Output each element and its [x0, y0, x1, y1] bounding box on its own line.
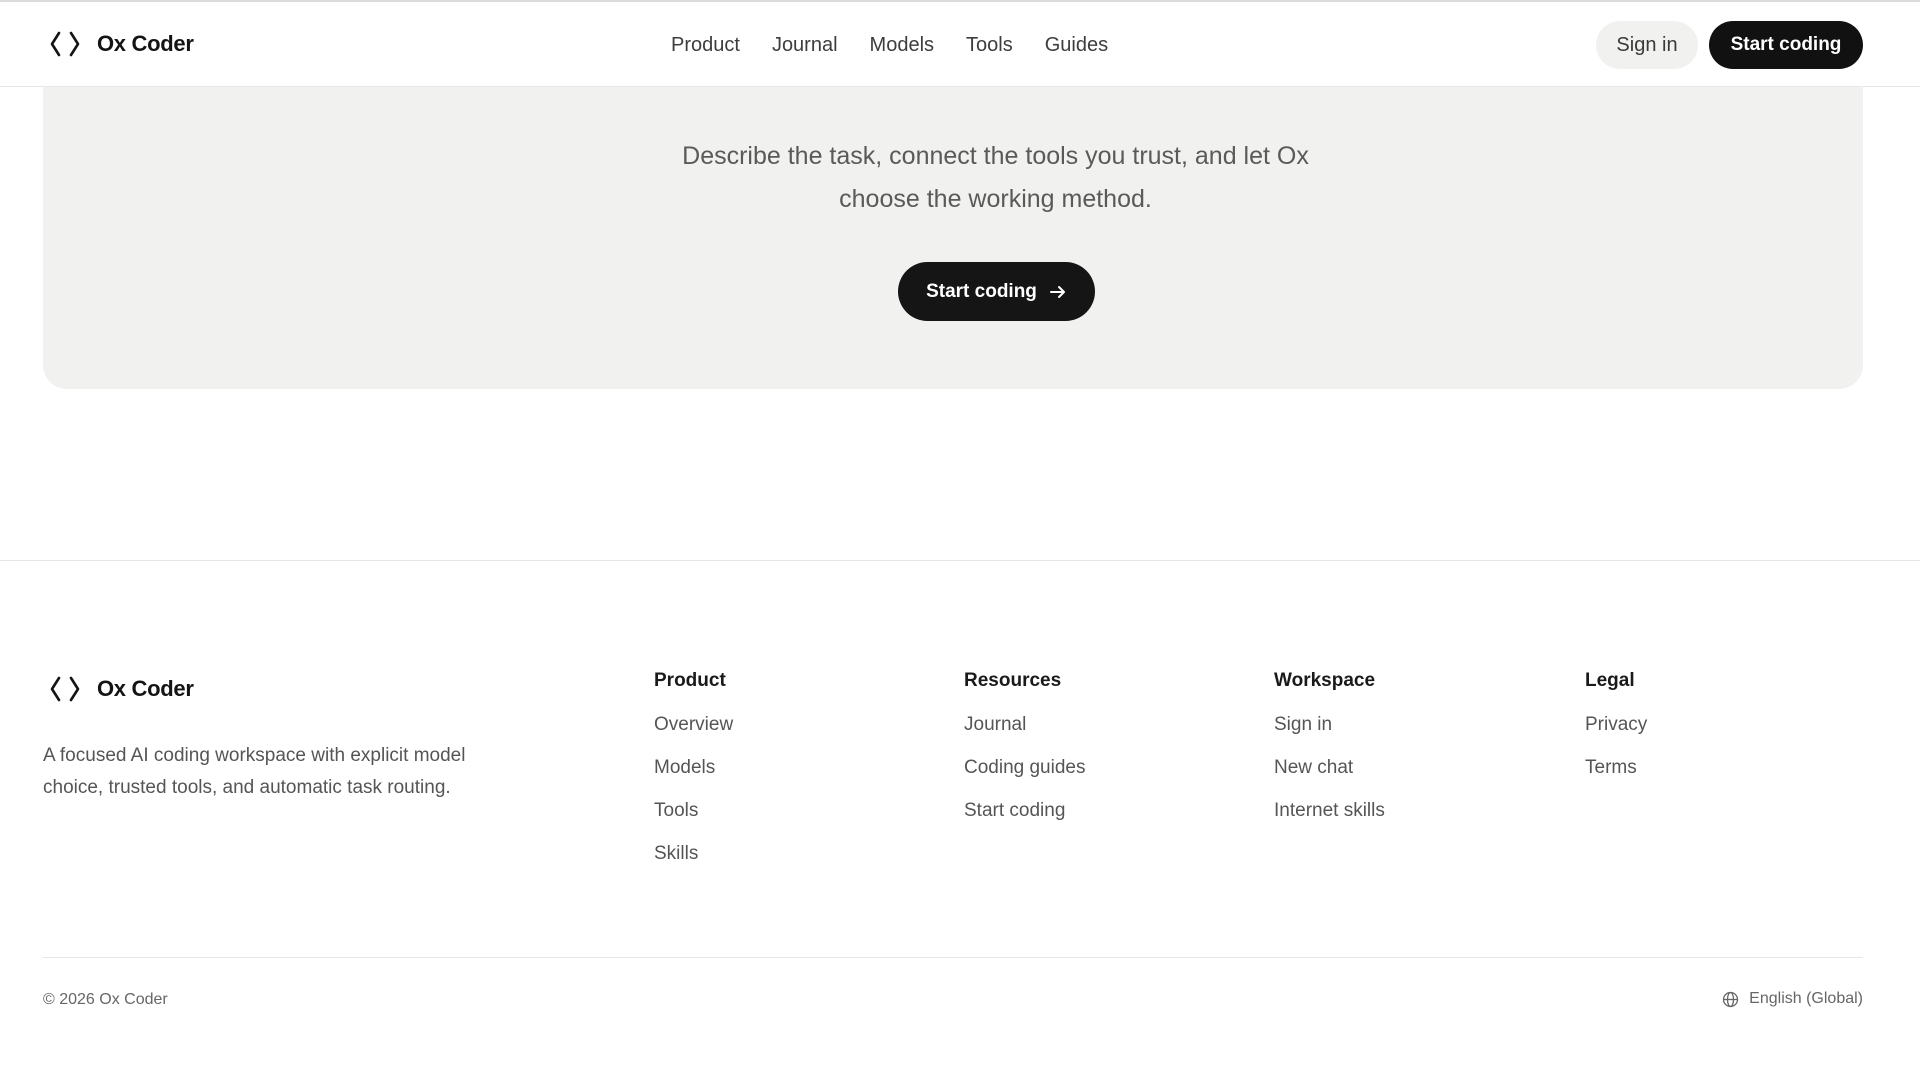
main-nav: Product Journal Models Tools Guides [671, 31, 1140, 59]
brand-home-link[interactable]: Ox Coder [48, 29, 194, 59]
footer-link-sign-in[interactable]: Sign in [1274, 712, 1385, 738]
hero-description: Describe the task, connect the tools you… [603, 135, 1388, 221]
code-brackets-icon [50, 31, 80, 57]
footer-column-title: Product [654, 670, 726, 691]
footer-column-resources: Resources Journal Coding guides Start co… [964, 668, 1085, 841]
hero-panel: Describe the task, connect the tools you… [43, 40, 1863, 389]
footer-link-coding-guides[interactable]: Coding guides [964, 755, 1085, 781]
nav-item-product[interactable]: Product [671, 31, 740, 59]
footer-column-title: Resources [964, 670, 1062, 691]
nav-item-tools[interactable]: Tools [966, 31, 1013, 59]
nav-item-models[interactable]: Models [870, 31, 934, 59]
start-coding-button[interactable]: Start coding [1709, 21, 1863, 69]
sign-in-button[interactable]: Sign in [1596, 21, 1698, 69]
footer-link-skills[interactable]: Skills [654, 841, 733, 867]
footer-column-title: Legal [1585, 670, 1635, 691]
footer-link-terms[interactable]: Terms [1585, 755, 1647, 781]
footer-link-new-chat[interactable]: New chat [1274, 755, 1385, 781]
footer-column-legal: Legal Privacy Terms [1585, 668, 1647, 798]
footer-bottom-divider [43, 957, 1863, 958]
footer-link-privacy[interactable]: Privacy [1585, 712, 1647, 738]
footer-link-internet-skills[interactable]: Internet skills [1274, 798, 1385, 824]
footer-column-workspace: Workspace Sign in New chat Internet skil… [1274, 668, 1385, 841]
hero-text-line-2: choose the working method. [839, 185, 1152, 213]
nav-item-guides[interactable]: Guides [1045, 31, 1108, 59]
globe-icon [1723, 991, 1739, 1007]
language-label: English (Global) [1749, 990, 1863, 1007]
footer-description: A focused AI coding workspace with expli… [43, 740, 523, 804]
brand-name: Ox Coder [97, 31, 194, 56]
footer-brand-link[interactable]: Ox Coder [48, 674, 194, 704]
footer-column-product: Product Overview Models Tools Skills [654, 668, 733, 884]
language-selector[interactable]: English (Global) [1722, 990, 1863, 1008]
footer-brand-name: Ox Coder [97, 676, 194, 701]
footer-link-models[interactable]: Models [654, 755, 733, 781]
footer-link-start-coding[interactable]: Start coding [964, 798, 1085, 824]
hero-start-coding-button[interactable]: Start coding [898, 262, 1095, 321]
footer-column-title: Workspace [1274, 670, 1376, 691]
copyright-text: © 2026 Ox Coder [43, 991, 168, 1008]
footer-divider [0, 560, 1920, 561]
site-header: Ox Coder Product Journal Models Tools Gu… [0, 0, 1920, 87]
footer-link-journal[interactable]: Journal [964, 712, 1085, 738]
footer-description-line-1: A focused AI coding workspace with expli… [43, 745, 466, 766]
footer-link-tools[interactable]: Tools [654, 798, 733, 824]
footer-description-line-2: choice, trusted tools, and automatic tas… [43, 777, 451, 798]
arrow-right-icon [1049, 285, 1065, 298]
nav-item-journal[interactable]: Journal [772, 31, 838, 59]
code-brackets-icon [50, 676, 80, 702]
hero-start-coding-label: Start coding [926, 280, 1037, 302]
footer-link-overview[interactable]: Overview [654, 712, 733, 738]
hero-text-line-1: Describe the task, connect the tools you… [682, 142, 1309, 170]
